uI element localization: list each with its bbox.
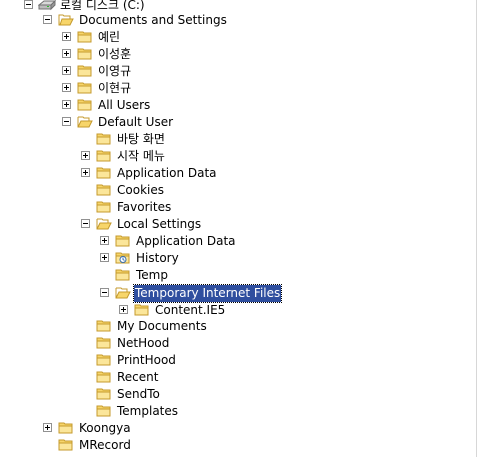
collapse-toggle[interactable]: [100, 288, 109, 297]
tree-label[interactable]: PrintHood: [116, 352, 177, 369]
tree-label[interactable]: NetHood: [116, 335, 170, 352]
tree-label[interactable]: Documents and Settings: [78, 12, 228, 29]
folder-icon: [96, 200, 112, 214]
tree-label[interactable]: 예린: [97, 29, 121, 46]
collapse-toggle[interactable]: [62, 117, 71, 126]
right-pane: [477, 0, 503, 457]
tree-label[interactable]: 바탕 화면: [116, 131, 166, 148]
tree-label[interactable]: Koongya: [78, 420, 132, 437]
folder-open-icon: [58, 13, 74, 27]
tree-label[interactable]: MRecord: [78, 437, 132, 454]
tree-row-default-user[interactable]: Default User: [0, 114, 300, 131]
folder-icon: [96, 404, 112, 418]
tree-row-folder[interactable]: MRecord: [0, 437, 300, 454]
tree-row-folder[interactable]: Templates: [0, 403, 300, 420]
tree-row-folder[interactable]: Temp: [0, 267, 300, 284]
tree-row-user[interactable]: All Users: [0, 97, 300, 114]
drive-icon: [37, 0, 57, 12]
tree-label[interactable]: Content.IE5: [154, 302, 226, 319]
tree-row-user[interactable]: 이성훈: [0, 46, 300, 63]
expand-toggle[interactable]: [100, 236, 109, 245]
tree-label[interactable]: Favorites: [116, 199, 172, 216]
tree-row-folder[interactable]: Favorites: [0, 199, 300, 216]
folder-icon: [96, 319, 112, 333]
folder-open-icon: [77, 115, 93, 129]
tree-row-folder[interactable]: Application Data: [0, 165, 300, 182]
folder-icon: [77, 30, 93, 44]
tree-label[interactable]: Default User: [97, 114, 174, 131]
expand-toggle[interactable]: [100, 253, 109, 262]
folder-icon: [96, 370, 112, 384]
collapse-toggle[interactable]: [43, 15, 52, 24]
tree-label-selected[interactable]: Temporary Internet Files: [132, 284, 283, 303]
tree-label[interactable]: Templates: [116, 403, 179, 420]
folder-icon: [77, 81, 93, 95]
tree-row-user[interactable]: 이현규: [0, 80, 300, 97]
expand-toggle[interactable]: [62, 66, 71, 75]
tree-row-folder[interactable]: 시작 메뉴: [0, 148, 300, 165]
tree-label[interactable]: 이영규: [97, 63, 132, 80]
tree-row-folder[interactable]: Recent: [0, 369, 300, 386]
history-folder-icon: [115, 251, 131, 265]
folder-icon: [77, 98, 93, 112]
folder-icon: [115, 268, 131, 282]
tree-label[interactable]: History: [135, 250, 180, 267]
folder-icon: [58, 438, 74, 452]
tree-label[interactable]: All Users: [97, 97, 151, 114]
tree-label[interactable]: Local Settings: [116, 216, 202, 233]
tree-row-folder[interactable]: SendTo: [0, 386, 300, 403]
folder-icon: [115, 234, 131, 248]
expand-toggle[interactable]: [62, 83, 71, 92]
tree-label[interactable]: Recent: [116, 369, 159, 386]
folder-icon: [96, 132, 112, 146]
folder-open-icon: [115, 286, 131, 300]
tree-row-folder[interactable]: Application Data: [0, 233, 300, 250]
tree-row-temporary-internet-files[interactable]: Temporary Internet Files: [0, 284, 300, 303]
folder-icon: [96, 166, 112, 180]
tree-label[interactable]: Cookies: [116, 182, 165, 199]
folder-icon: [77, 64, 93, 78]
tree-row-folder[interactable]: PrintHood: [0, 352, 300, 369]
folder-tree[interactable]: 로컬 디스크 (C:) Documents and Settings 예린 이성…: [0, 0, 476, 457]
tree-label[interactable]: Application Data: [135, 233, 237, 250]
expand-toggle[interactable]: [81, 168, 90, 177]
collapse-toggle[interactable]: [81, 219, 90, 228]
tree-label[interactable]: Application Data: [116, 165, 218, 182]
tree-row-folder[interactable]: My Documents: [0, 318, 300, 335]
folder-icon: [134, 303, 150, 317]
expand-toggle[interactable]: [62, 49, 71, 58]
folder-icon: [77, 47, 93, 61]
tree-row-documents-and-settings[interactable]: Documents and Settings: [0, 12, 300, 29]
collapse-toggle[interactable]: [24, 0, 33, 9]
tree-row-history[interactable]: History: [0, 250, 300, 267]
tree-label[interactable]: My Documents: [116, 318, 208, 335]
tree-label[interactable]: 시작 메뉴: [116, 148, 166, 165]
folder-icon: [96, 149, 112, 163]
tree-row-local-settings[interactable]: Local Settings: [0, 216, 300, 233]
folder-icon: [96, 183, 112, 197]
tree-label[interactable]: 이성훈: [97, 46, 132, 63]
tree-label[interactable]: Temp: [135, 267, 169, 284]
expand-toggle[interactable]: [81, 151, 90, 160]
folder-open-icon: [96, 217, 112, 231]
tree-row-folder[interactable]: 바탕 화면: [0, 131, 300, 148]
folder-icon: [58, 421, 74, 435]
expand-toggle[interactable]: [43, 423, 52, 432]
expand-toggle[interactable]: [62, 100, 71, 109]
folder-icon: [96, 353, 112, 367]
tree-row-folder[interactable]: Cookies: [0, 182, 300, 199]
tree-row-user[interactable]: 예린: [0, 29, 300, 46]
tree-row-folder[interactable]: NetHood: [0, 335, 300, 352]
tree-row-folder[interactable]: Content.IE5: [0, 302, 300, 319]
tree-label[interactable]: 이현규: [97, 80, 132, 97]
tree-row-user[interactable]: 이영규: [0, 63, 300, 80]
expand-toggle[interactable]: [119, 305, 128, 314]
tree-label[interactable]: SendTo: [116, 386, 161, 403]
folder-icon: [96, 336, 112, 350]
expand-toggle[interactable]: [62, 32, 71, 41]
folder-icon: [96, 387, 112, 401]
tree-row-folder[interactable]: Koongya: [0, 420, 300, 437]
